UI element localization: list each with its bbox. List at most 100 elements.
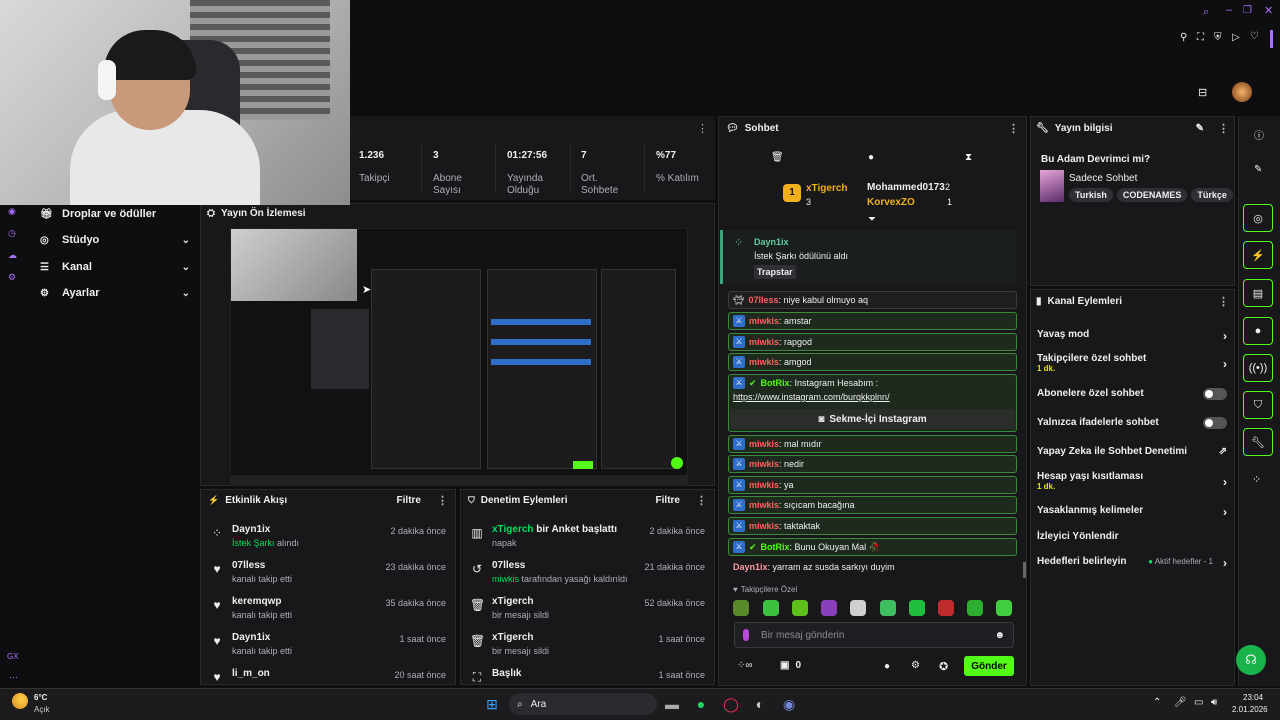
category-thumbnail[interactable]	[1040, 170, 1064, 202]
chat-message[interactable]: 👾︎ 07lless: niye kabul olmuyo aq	[728, 291, 1017, 309]
activity-menu-icon[interactable]: ⋮	[437, 494, 448, 507]
emote-8[interactable]	[938, 600, 954, 616]
rail-chat-button[interactable]: ●	[1243, 317, 1273, 345]
emoji-icon[interactable]: ☻	[994, 630, 1005, 641]
nav-settings[interactable]: ⚙ Ayarlar ⌄	[40, 287, 190, 299]
moderation-menu-icon[interactable]: ⋮	[696, 494, 707, 507]
points-icon[interactable]: ⁘∞	[737, 660, 753, 671]
raid-viewers[interactable]: İzleyici Yönlendir	[1037, 531, 1227, 542]
rail-notes-button[interactable]: ▤	[1243, 279, 1273, 307]
taskbar-search[interactable]: ⌕ Ara	[509, 693, 657, 715]
expand-icon[interactable]: ⏷	[868, 214, 876, 225]
emote-9[interactable]	[967, 600, 983, 616]
instagram-button[interactable]: ◙ Sekme-İçi Instagram	[730, 409, 1015, 429]
preview-video[interactable]	[230, 228, 688, 486]
chat-message[interactable]: ⚔ miwkis: sıçıcam bacağına	[728, 496, 1017, 514]
heart-icon[interactable]: ♡	[1250, 31, 1259, 42]
search-icon[interactable]: ⌕	[1203, 6, 1209, 19]
crop-icon[interactable]: ⛶	[1197, 32, 1204, 43]
chat-message[interactable]: ⚔ miwkis: amstar	[728, 312, 1017, 330]
chat-message[interactable]: ⚔ miwkis: mal mıdır	[728, 435, 1017, 453]
rail-wrench-button[interactable]: 🔧︎	[1243, 428, 1273, 456]
subs-toggle[interactable]	[1203, 388, 1227, 400]
tag[interactable]: Türkçe	[1191, 188, 1233, 202]
chat-bubble-icon[interactable]: ●	[884, 661, 890, 672]
channel-actions-menu-icon[interactable]: ⋮	[1218, 295, 1229, 308]
pencil-icon[interactable]: ✎	[1254, 164, 1262, 175]
chat-message[interactable]: ⚔ miwkis: nedir	[728, 455, 1017, 473]
nav-channel[interactable]: ☰ Kanal ⌄	[40, 261, 190, 273]
emote-6[interactable]	[880, 600, 896, 616]
followers-only-chat[interactable]: Takipçilere özel sohbet 1 dk. ›	[1037, 353, 1227, 373]
banned-words[interactable]: Yasaklanmış kelimeler ›	[1037, 505, 1227, 519]
tag[interactable]: Turkish	[1069, 188, 1113, 202]
nav-studio[interactable]: ◎ Stüdyo ⌄	[40, 234, 190, 246]
emote-7[interactable]	[909, 600, 925, 616]
chat-message[interactable]: ⚔ miwkis: ya	[728, 476, 1017, 494]
stats-menu-icon[interactable]: ⋮	[697, 122, 708, 135]
chat-message[interactable]: Dayn1ix: yarram az susda sarkıyı duyim	[733, 562, 895, 572]
emote-4[interactable]	[821, 600, 837, 616]
rail-icon-1[interactable]: ◉	[8, 206, 16, 217]
creator-icon[interactable]: ⊟	[1198, 86, 1207, 99]
volume-icon[interactable]: 🔊︎	[1211, 697, 1217, 708]
chat-scrollbar[interactable]	[1023, 562, 1026, 578]
leaderboard-third-name[interactable]: KorvexZO	[867, 197, 915, 208]
display-tray-icon[interactable]: ▭	[1194, 697, 1203, 708]
emote-10[interactable]	[996, 600, 1012, 616]
rail-icon-2[interactable]: ◷	[8, 228, 16, 239]
leaderboard-first-name[interactable]: xTigerch	[806, 183, 848, 194]
discord-icon[interactable]: ◉	[779, 694, 799, 714]
close-icon[interactable]: ✕	[1264, 4, 1273, 17]
rail-bolt-button[interactable]: ⚡	[1243, 241, 1273, 269]
weather-icon[interactable]	[12, 693, 28, 709]
subscribers-only-chat[interactable]: Abonelere özel sohbet	[1037, 388, 1227, 400]
opera-gx-icon[interactable]: ◯	[721, 694, 741, 714]
ai-moderation[interactable]: Yapay Zeka ile Sohbet Denetimi ⇗	[1037, 446, 1227, 457]
minimize-icon[interactable]: –	[1226, 4, 1232, 16]
set-goals[interactable]: Hedefleri belirleyin ● Aktif hedefler - 1…	[1037, 556, 1227, 570]
slow-mode[interactable]: Yavaş mod ›	[1037, 329, 1227, 343]
avatar[interactable]	[1232, 82, 1252, 102]
tag[interactable]: CODENAMES	[1116, 188, 1188, 202]
info-icon[interactable]: ⓘ	[1254, 127, 1264, 142]
chat-message[interactable]: ⚔ miwkis: taktaktak	[728, 517, 1017, 535]
nav-drops[interactable]: 🎁︎ Droplar ve ödüller	[40, 208, 190, 220]
info-menu-icon[interactable]: ⋮	[1218, 122, 1229, 135]
trash-icon[interactable]: 🗑︎	[771, 152, 784, 163]
gx-icon[interactable]: GX	[7, 652, 19, 661]
instagram-link[interactable]: https://www.instagram.com/burqkkplnn/	[733, 392, 890, 402]
send-button[interactable]: Gönder	[964, 656, 1014, 676]
hourglass-icon[interactable]: ⧗	[965, 152, 972, 163]
rail-icon-3[interactable]: ☁	[8, 250, 17, 261]
points-icon[interactable]: ⁘	[1252, 473, 1261, 486]
rail-camera-button[interactable]: ◎	[1243, 204, 1273, 232]
file-explorer-icon[interactable]: ▬	[662, 694, 682, 714]
chat-bubble-icon[interactable]: ●	[868, 152, 874, 163]
mic-tray-icon[interactable]: 🎤︎	[1174, 697, 1187, 708]
emotes-only-chat[interactable]: Yalnızca ifadelerle sohbet	[1037, 417, 1227, 429]
windows-start-icon[interactable]: ⊞	[482, 694, 502, 714]
spotify-icon[interactable]: ●	[691, 694, 711, 714]
chat-message[interactable]: ⚔ miwkis: rapgod	[728, 333, 1017, 351]
account-age-restriction[interactable]: Hesap yaşı kısıtlaması 1 dk. ›	[1037, 471, 1227, 491]
more-icon[interactable]: ⋯	[9, 672, 18, 683]
maximize-icon[interactable]: ❐	[1243, 5, 1252, 16]
chat-message[interactable]: ⚔ miwkis: amgod	[728, 353, 1017, 371]
clock-time[interactable]: 23:04	[1243, 693, 1263, 702]
shield-icon[interactable]: ⛨	[1214, 32, 1222, 43]
chat-message[interactable]: ⚔ ✔ BotRix: Bunu Okuyan Mal 🥀	[728, 538, 1017, 556]
pin-icon[interactable]: ⚲	[1180, 32, 1187, 43]
puzzle-icon[interactable]: ✪	[939, 660, 948, 673]
emotes-toggle[interactable]	[1203, 417, 1227, 429]
rail-icon-4[interactable]: ⚙	[8, 272, 16, 283]
activity-filter-button[interactable]: Filtre	[397, 495, 421, 506]
mic-icon[interactable]	[743, 629, 749, 641]
category-name[interactable]: Sadece Sohbet	[1069, 173, 1137, 184]
pencil-icon[interactable]: ✎	[1196, 123, 1204, 134]
steam-icon[interactable]: ◐	[750, 694, 770, 714]
tray-chevron-icon[interactable]: ⌃	[1153, 697, 1161, 708]
clock-date[interactable]: 2.01.2026	[1232, 705, 1268, 714]
reward-user[interactable]: Dayn1ix	[754, 237, 789, 247]
gear-icon[interactable]: ⚙	[911, 660, 920, 671]
